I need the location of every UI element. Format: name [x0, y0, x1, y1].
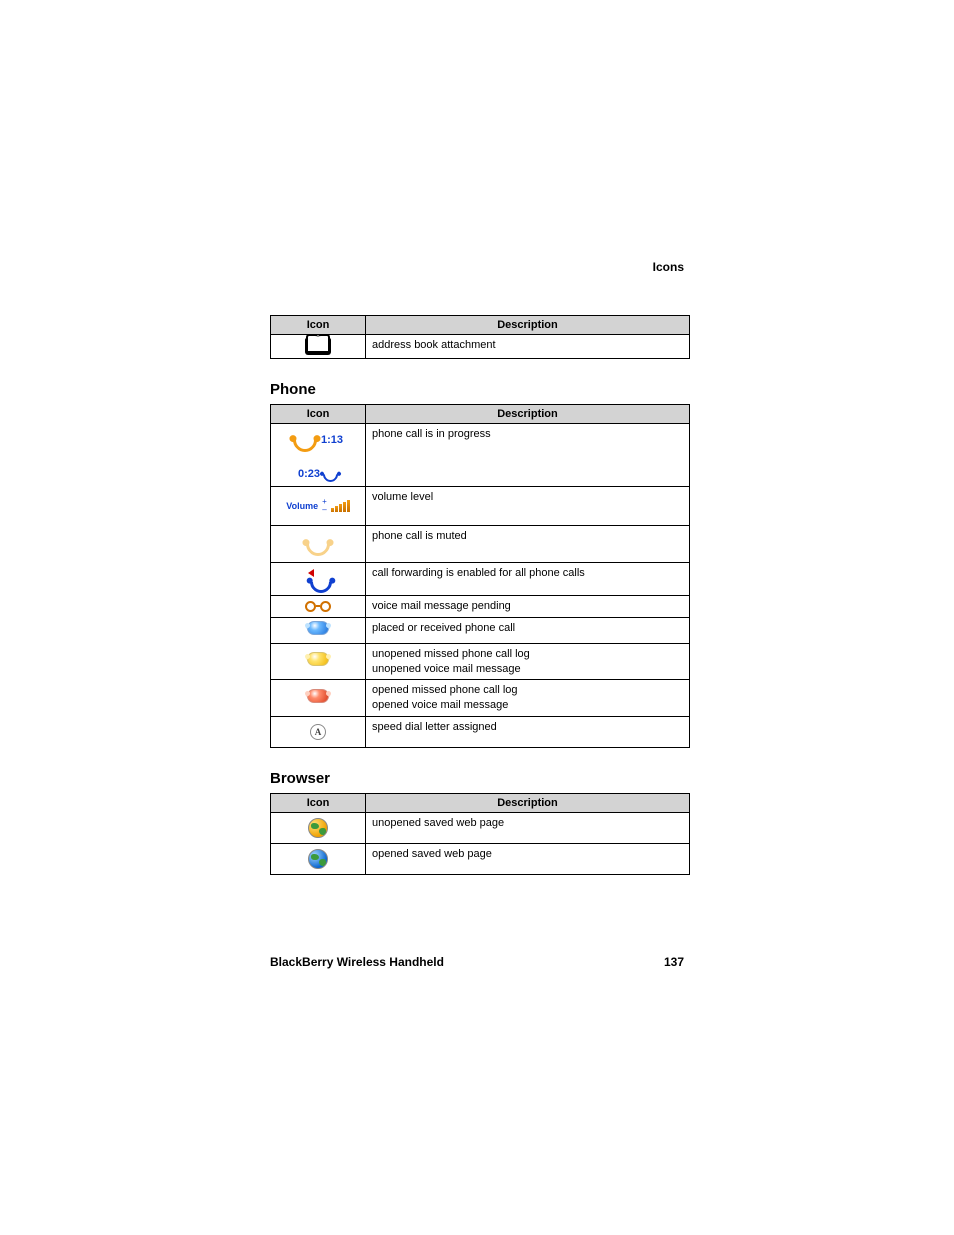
unopened-saved-page-icon	[308, 818, 328, 838]
icon-cell: 1:13 0:23	[271, 424, 366, 487]
header-section-title: Icons	[653, 260, 684, 274]
volume-level-icon: Volume + –	[286, 498, 350, 514]
description-cell: phone call is muted	[366, 526, 690, 563]
col-header-description: Description	[366, 405, 690, 424]
phone-table: Icon Description 1:13 0:23 phone	[270, 404, 690, 748]
footer-page-number: 137	[664, 955, 684, 969]
speed-dial-icon: A	[310, 724, 326, 740]
page: Icons Icon Description address book atta…	[0, 0, 954, 1235]
icon-cell	[271, 596, 366, 618]
opened-missed-call-icon	[307, 689, 329, 708]
mini-handset-icon	[320, 464, 341, 485]
icon-cell: Volume + –	[271, 487, 366, 526]
desc-line: unopened voice mail message	[372, 663, 521, 675]
description-cell: opened saved web page	[366, 844, 690, 875]
description-cell: phone call is in progress	[366, 424, 690, 487]
table-row: A speed dial letter assigned	[271, 717, 690, 748]
table-row: opened saved web page	[271, 844, 690, 875]
description-cell: call forwarding is enabled for all phone…	[366, 563, 690, 596]
volume-marks: + –	[322, 498, 327, 514]
desc-line: opened voice mail message	[372, 699, 508, 711]
col-header-icon: Icon	[271, 316, 366, 335]
volume-label: Volume	[286, 500, 318, 512]
col-header-description: Description	[366, 794, 690, 813]
call-forwarding-icon	[308, 570, 328, 588]
icon-cell	[271, 617, 366, 643]
table-row: address book attachment	[271, 335, 690, 359]
icon-cell	[271, 680, 366, 717]
call-in-progress-icon: 1:13	[293, 428, 343, 452]
footer: BlackBerry Wireless Handheld 137	[270, 955, 684, 975]
description-cell: opened missed phone call log opened voic…	[366, 680, 690, 717]
footer-product: BlackBerry Wireless Handheld	[270, 955, 444, 969]
voicemail-pending-icon	[305, 601, 331, 612]
volume-bars-icon	[331, 500, 350, 512]
icon-cell	[271, 335, 366, 359]
icon-cell	[271, 813, 366, 844]
address-book-icon	[305, 338, 331, 355]
spacer	[270, 260, 684, 315]
table-row: phone call is muted	[271, 526, 690, 563]
icon-cell	[271, 643, 366, 680]
col-header-icon: Icon	[271, 405, 366, 424]
icon-cell	[271, 526, 366, 563]
icon-cell	[271, 844, 366, 875]
description-cell: unopened missed phone call log unopened …	[366, 643, 690, 680]
description-cell: unopened saved web page	[366, 813, 690, 844]
opened-saved-page-icon	[308, 849, 328, 869]
phone-heading: Phone	[270, 381, 684, 398]
icon-cell	[271, 563, 366, 596]
call-timer-value: 0:23	[298, 467, 320, 482]
description-cell: address book attachment	[366, 335, 690, 359]
call-timer-icon: 0:23	[298, 467, 338, 482]
col-header-icon: Icon	[271, 794, 366, 813]
table-header-row: Icon Description	[271, 794, 690, 813]
table-row: voice mail message pending	[271, 596, 690, 618]
description-cell: volume level	[366, 487, 690, 526]
description-cell: speed dial letter assigned	[366, 717, 690, 748]
table-row: call forwarding is enabled for all phone…	[271, 563, 690, 596]
attachments-table: Icon Description address book attachment	[270, 315, 690, 359]
table-row: unopened missed phone call log unopened …	[271, 643, 690, 680]
browser-table: Icon Description unopened saved web page…	[270, 793, 690, 875]
table-header-row: Icon Description	[271, 405, 690, 424]
col-header-description: Description	[366, 316, 690, 335]
desc-line: opened missed phone call log	[372, 684, 518, 696]
call-timer-text: 1:13	[321, 433, 343, 448]
placed-received-call-icon	[307, 621, 329, 640]
desc-line: unopened missed phone call log	[372, 648, 530, 660]
table-row: opened missed phone call log opened voic…	[271, 680, 690, 717]
table-row: placed or received phone call	[271, 617, 690, 643]
volume-minus: –	[322, 506, 327, 514]
table-header-row: Icon Description	[271, 316, 690, 335]
browser-heading: Browser	[270, 770, 684, 787]
description-cell: placed or received phone call	[366, 617, 690, 643]
icon-cell: A	[271, 717, 366, 748]
table-row: Volume + – volume level	[271, 487, 690, 526]
call-muted-icon	[301, 527, 335, 561]
description-cell: voice mail message pending	[366, 596, 690, 618]
table-row: unopened saved web page	[271, 813, 690, 844]
unopened-missed-call-icon	[307, 652, 329, 671]
handset-icon	[288, 423, 322, 457]
